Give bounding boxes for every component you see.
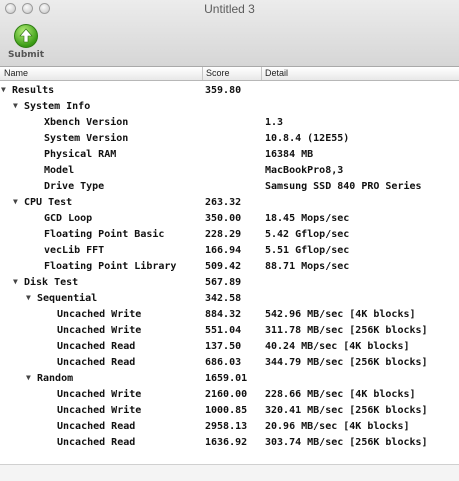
row-name: Results (12, 85, 55, 96)
table-row[interactable]: ▼ Results 359.80 (0, 83, 459, 99)
row-name: Uncached Read (57, 437, 136, 448)
column-separator[interactable] (202, 67, 203, 80)
row-name: Uncached Read (57, 421, 136, 432)
table-row[interactable]: GCD Loop 350.00 18.45 Mops/sec (0, 211, 459, 227)
row-score: 137.50 (205, 341, 242, 352)
column-header: Name Score Detail (0, 67, 459, 81)
table-row[interactable]: ▼ Sequential 342.58 (0, 291, 459, 307)
column-separator[interactable] (261, 67, 262, 80)
row-detail: 20.96 MB/sec [4K blocks] (265, 421, 410, 432)
row-score: 2160.00 (205, 389, 248, 400)
row-name: CPU Test (24, 197, 73, 208)
table-row[interactable]: vecLib FFT 166.94 5.51 Gflop/sec (0, 243, 459, 259)
row-name: vecLib FFT (44, 245, 105, 256)
row-detail: 18.45 Mops/sec (265, 213, 350, 224)
row-detail: MacBookPro8,3 (265, 165, 344, 176)
row-name: Uncached Read (57, 357, 136, 368)
column-header-name[interactable]: Name (4, 68, 28, 78)
row-score: 567.89 (205, 277, 242, 288)
window-title: Untitled 3 (204, 2, 255, 16)
row-detail: 40.24 MB/sec [4K blocks] (265, 341, 410, 352)
row-name: Xbench Version (44, 117, 129, 128)
table-row[interactable]: Uncached Read 686.03 344.79 MB/sec [256K b… (0, 355, 459, 371)
table-row[interactable]: ▼ Disk Test 567.89 (0, 275, 459, 291)
row-score: 342.58 (205, 293, 242, 304)
row-score: 359.80 (205, 85, 242, 96)
row-detail: 16384 MB (265, 149, 314, 160)
row-score: 1659.01 (205, 373, 248, 384)
row-score: 884.32 (205, 309, 242, 320)
submit-button[interactable]: Submit (6, 24, 46, 64)
disclosure-triangle-icon[interactable]: ▼ (13, 101, 18, 110)
row-detail: 88.71 Mops/sec (265, 261, 350, 272)
row-name: Physical RAM (44, 149, 117, 160)
table-row[interactable]: Uncached Write 1000.85 320.41 MB/sec [256K… (0, 403, 459, 419)
table-row[interactable]: Drive Type Samsung SSD 840 PRO Series (0, 179, 459, 195)
column-header-detail[interactable]: Detail (265, 68, 288, 78)
table-row[interactable]: Uncached Write 2160.00 228.66 MB/sec [4K b… (0, 387, 459, 403)
row-name: Floating Point Library (44, 261, 177, 272)
row-score: 166.94 (205, 245, 242, 256)
row-detail: Samsung SSD 840 PRO Series (265, 181, 422, 192)
column-header-score[interactable]: Score (206, 68, 230, 78)
row-name: Random (37, 373, 74, 384)
disclosure-triangle-icon[interactable]: ▼ (13, 277, 18, 286)
title-bar: Untitled 3 Submit (0, 0, 459, 67)
row-name: System Version (44, 133, 129, 144)
row-detail: 1.3 (265, 117, 284, 128)
row-detail: 320.41 MB/sec [256K blocks] (265, 405, 428, 416)
row-name: Drive Type (44, 181, 105, 192)
row-name: Sequential (37, 293, 98, 304)
table-row[interactable]: Uncached Write 884.32 542.96 MB/sec [4K bl… (0, 307, 459, 323)
table-row[interactable]: System Version 10.8.4 (12E55) (0, 131, 459, 147)
table-row[interactable]: Uncached Write 551.04 311.78 MB/sec [256K … (0, 323, 459, 339)
row-detail: 542.96 MB/sec [4K blocks] (265, 309, 416, 320)
row-score: 228.29 (205, 229, 242, 240)
table-row[interactable]: ▼ Random 1659.01 (0, 371, 459, 387)
row-name: Disk Test (24, 277, 79, 288)
table-row[interactable]: Floating Point Basic 228.29 5.42 Gflop/sec (0, 227, 459, 243)
row-score: 686.03 (205, 357, 242, 368)
table-row[interactable]: Model MacBookPro8,3 (0, 163, 459, 179)
row-name: System Info (24, 101, 91, 112)
table-row[interactable]: Uncached Read 137.50 40.24 MB/sec [4K bloc… (0, 339, 459, 355)
row-score: 1636.92 (205, 437, 248, 448)
table-row[interactable]: Uncached Read 2958.13 20.96 MB/sec [4K blo… (0, 419, 459, 435)
row-name: Model (44, 165, 75, 176)
disclosure-triangle-icon[interactable]: ▼ (1, 85, 6, 94)
disclosure-triangle-icon[interactable]: ▼ (13, 197, 18, 206)
row-score: 350.00 (205, 213, 242, 224)
row-detail: 5.42 Gflop/sec (265, 229, 350, 240)
table-row[interactable]: ▼ CPU Test 263.32 (0, 195, 459, 211)
table-row[interactable]: Uncached Read 1636.92 303.74 MB/sec [256K … (0, 435, 459, 451)
row-detail: 5.51 Gflop/sec (265, 245, 350, 256)
table-row[interactable]: ▼ System Info (0, 99, 459, 115)
table-row[interactable]: Physical RAM 16384 MB (0, 147, 459, 163)
row-detail: 228.66 MB/sec [4K blocks] (265, 389, 416, 400)
results-outline: ▼ Results 359.80 ▼ System Info Xbench Version… (0, 83, 459, 451)
row-name: Uncached Read (57, 341, 136, 352)
row-name: Floating Point Basic (44, 229, 165, 240)
bottom-bar (0, 464, 459, 481)
disclosure-triangle-icon[interactable]: ▼ (26, 373, 31, 382)
row-name: Uncached Write (57, 389, 142, 400)
row-detail: 311.78 MB/sec [256K blocks] (265, 325, 428, 336)
row-score: 1000.85 (205, 405, 248, 416)
row-score: 551.04 (205, 325, 242, 336)
row-name: Uncached Write (57, 325, 142, 336)
row-score: 263.32 (205, 197, 242, 208)
row-score: 2958.13 (205, 421, 248, 432)
row-name: GCD Loop (44, 213, 93, 224)
row-name: Uncached Write (57, 309, 142, 320)
row-name: Uncached Write (57, 405, 142, 416)
submit-label: Submit (7, 50, 45, 60)
row-detail: 10.8.4 (12E55) (265, 133, 350, 144)
disclosure-triangle-icon[interactable]: ▼ (26, 293, 31, 302)
row-score: 509.42 (205, 261, 242, 272)
row-detail: 303.74 MB/sec [256K blocks] (265, 437, 428, 448)
upload-arrow-icon (14, 24, 38, 48)
table-row[interactable]: Floating Point Library 509.42 88.71 Mops/s… (0, 259, 459, 275)
table-row[interactable]: Xbench Version 1.3 (0, 115, 459, 131)
row-detail: 344.79 MB/sec [256K blocks] (265, 357, 428, 368)
